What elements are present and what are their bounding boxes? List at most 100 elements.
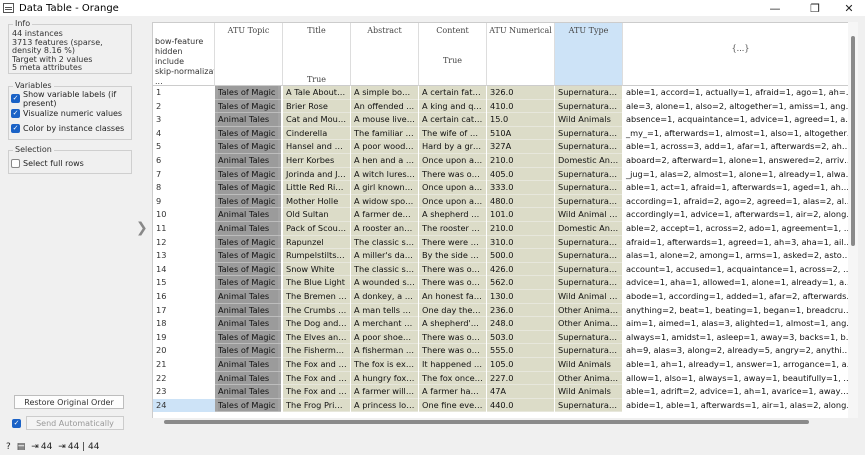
- cell-features[interactable]: _my_=1, afterwards=1, almost=1, also=1, …: [623, 126, 857, 141]
- cell-title[interactable]: Herr Korbes: [283, 154, 350, 168]
- cell-content[interactable]: There was onc...: [419, 276, 486, 290]
- row-index[interactable]: 19: [153, 331, 215, 345]
- cell-atu-topic[interactable]: Tales of Magic: [215, 276, 281, 290]
- table-row[interactable]: 19 Tales of Magic The Elves and ... A poor …: [153, 330, 857, 345]
- cell-atu-type[interactable]: Wild Animals: [555, 113, 622, 127]
- cell-abstract[interactable]: A farmer will o...: [351, 385, 418, 399]
- row-index[interactable]: 23: [153, 385, 215, 399]
- cell-abstract[interactable]: A widow spoil...: [351, 194, 418, 209]
- cell-atu-topic[interactable]: Animal Tales: [215, 208, 281, 222]
- cell-content[interactable]: By the side of ...: [419, 249, 486, 263]
- cell-atu-type[interactable]: Domestic Ani...: [555, 222, 622, 236]
- cell-abstract[interactable]: A princess los...: [351, 398, 418, 413]
- cell-content[interactable]: A certain fath...: [419, 86, 486, 100]
- cell-atu-numerical[interactable]: 47A: [487, 385, 554, 399]
- table-row[interactable]: 18 Animal Tales The Dog and t... A merchant…: [153, 317, 857, 331]
- cell-atu-numerical[interactable]: 326.0: [487, 86, 554, 100]
- show-labels-checkbox[interactable]: ✓ Show variable labels (if present): [11, 90, 129, 108]
- report-icon[interactable]: ▤: [17, 442, 26, 452]
- cell-atu-topic[interactable]: Animal Tales: [215, 317, 281, 331]
- data-table[interactable]: bow-feature hidden include skip-normaliz…: [152, 22, 858, 426]
- send-automatically-checkbox[interactable]: ✓: [12, 416, 24, 431]
- cell-atu-topic[interactable]: Tales of Magic: [215, 194, 281, 209]
- cell-abstract[interactable]: A donkey, a d...: [351, 290, 418, 304]
- expand-arrow-icon[interactable]: ❯: [136, 220, 148, 236]
- column-header-atu-type[interactable]: ATU Type: [555, 23, 623, 86]
- row-index[interactable]: 12: [153, 236, 215, 250]
- cell-atu-numerical[interactable]: 405.0: [487, 167, 554, 182]
- cell-title[interactable]: The Crumbs o...: [283, 303, 350, 318]
- cell-atu-topic[interactable]: Tales of Magic: [215, 344, 281, 358]
- cell-atu-numerical[interactable]: 510A: [487, 126, 554, 141]
- cell-abstract[interactable]: A merchant ru...: [351, 317, 418, 331]
- cell-content[interactable]: An honest far...: [419, 290, 486, 304]
- cell-features[interactable]: always=1, amidst=1, asleep=1, away=3, ba…: [623, 330, 857, 345]
- cell-abstract[interactable]: An offended ...: [351, 99, 418, 114]
- row-index[interactable]: 6: [153, 154, 215, 168]
- cell-atu-type[interactable]: Wild Animals: [555, 385, 622, 399]
- row-index[interactable]: 14: [153, 263, 215, 277]
- cell-atu-type[interactable]: Other Animals...: [555, 303, 622, 318]
- cell-atu-topic[interactable]: Tales of Magic: [215, 167, 281, 182]
- cell-abstract[interactable]: The classic sto...: [351, 262, 418, 277]
- cell-atu-type[interactable]: Supernatural ...: [555, 99, 622, 114]
- cell-atu-type[interactable]: Other Animals...: [555, 317, 622, 331]
- cell-title[interactable]: A Tale About t...: [283, 86, 350, 100]
- row-index[interactable]: 21: [153, 358, 215, 372]
- cell-features[interactable]: account=1, accused=1, acquaintance=1, ac…: [623, 262, 857, 277]
- cell-atu-type[interactable]: Supernatural ...: [555, 344, 622, 358]
- cell-atu-numerical[interactable]: 410.0: [487, 99, 554, 114]
- cell-content[interactable]: One day the r...: [419, 303, 486, 318]
- table-row[interactable]: 24 Tales of Magic The Frog Prince A princes…: [153, 398, 857, 413]
- cell-atu-numerical[interactable]: 327A: [487, 140, 554, 154]
- cell-features[interactable]: alas=1, alone=2, among=1, arms=1, asked=…: [623, 249, 857, 263]
- cell-atu-numerical[interactable]: 15.0: [487, 113, 554, 127]
- minimize-button[interactable]: —: [757, 0, 793, 16]
- cell-atu-numerical[interactable]: 130.0: [487, 290, 554, 304]
- row-index[interactable]: 9: [153, 195, 215, 209]
- cell-atu-numerical[interactable]: 426.0: [487, 262, 554, 277]
- cell-title[interactable]: The Fox and t...: [283, 358, 350, 372]
- cell-content[interactable]: There were on...: [419, 235, 486, 250]
- vertical-scrollbar[interactable]: [848, 22, 858, 418]
- cell-atu-topic[interactable]: Tales of Magic: [215, 262, 281, 277]
- cell-content[interactable]: There was onc...: [419, 167, 486, 182]
- cell-atu-type[interactable]: Supernatural ...: [555, 140, 622, 154]
- cell-content[interactable]: The fox once c...: [419, 371, 486, 386]
- cell-abstract[interactable]: A hen and a r...: [351, 154, 418, 168]
- cell-atu-numerical[interactable]: 210.0: [487, 222, 554, 236]
- row-index[interactable]: 2: [153, 100, 215, 114]
- cell-content[interactable]: Hard by a grea...: [419, 140, 486, 154]
- cell-atu-topic[interactable]: Tales of Magic: [215, 140, 281, 154]
- table-row[interactable]: 8 Tales of Magic Little Red Ridi... A girl …: [153, 181, 857, 195]
- row-index[interactable]: 4: [153, 127, 215, 141]
- cell-features[interactable]: anything=2, beat=1, beating=1, began=1, …: [623, 303, 857, 318]
- cell-atu-numerical[interactable]: 101.0: [487, 208, 554, 222]
- cell-features[interactable]: able=2, accept=1, across=2, ado=1, agree…: [623, 222, 857, 236]
- cell-atu-topic[interactable]: Animal Tales: [215, 154, 281, 168]
- cell-atu-type[interactable]: Wild Animal a...: [555, 290, 622, 304]
- cell-atu-numerical[interactable]: 236.0: [487, 303, 554, 318]
- cell-atu-topic[interactable]: Animal Tales: [215, 222, 281, 236]
- send-button[interactable]: Send Automatically: [26, 416, 124, 430]
- cell-title[interactable]: Rumpelstiltskin: [283, 249, 350, 263]
- table-row[interactable]: 12 Tales of Magic Rapunzel The classic sto.…: [153, 235, 857, 250]
- cell-atu-type[interactable]: Supernatural ...: [555, 398, 622, 413]
- column-header-features[interactable]: {...}: [623, 23, 857, 86]
- select-full-rows-checkbox[interactable]: Select full rows: [11, 156, 129, 171]
- cell-title[interactable]: Old Sultan: [283, 208, 350, 222]
- cell-content[interactable]: A shepherd h...: [419, 208, 486, 222]
- cell-atu-numerical[interactable]: 503.0: [487, 330, 554, 345]
- cell-features[interactable]: accordingly=1, advice=1, afterwards=1, a…: [623, 208, 857, 222]
- cell-abstract[interactable]: A witch lures y...: [351, 167, 418, 182]
- row-index[interactable]: 13: [153, 249, 215, 263]
- cell-features[interactable]: able=1, adrift=2, advice=1, ah=1, avaric…: [623, 385, 857, 399]
- cell-atu-topic[interactable]: Animal Tales: [215, 371, 281, 386]
- cell-title[interactable]: The Frog Prince: [283, 398, 350, 413]
- cell-abstract[interactable]: The classic sto...: [351, 235, 418, 250]
- cell-content[interactable]: There was onc...: [419, 344, 486, 358]
- row-index[interactable]: 11: [153, 222, 215, 236]
- cell-abstract[interactable]: A farmer deci...: [351, 208, 418, 222]
- cell-features[interactable]: allow=1, also=1, always=1, away=1, beaut…: [623, 371, 857, 386]
- column-header-atu-numerical[interactable]: ATU Numerical: [487, 23, 555, 86]
